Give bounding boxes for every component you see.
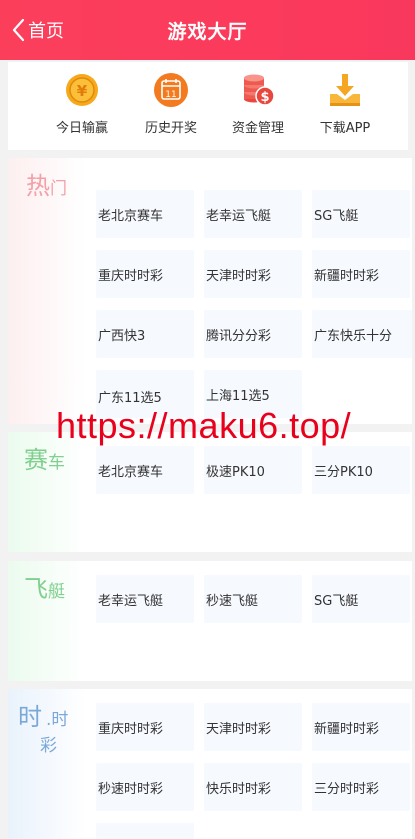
game-button[interactable]: 三分PK10: [312, 446, 410, 494]
game-button[interactable]: 秒速飞艇: [204, 575, 302, 623]
section-side-panel: 时 .时 彩: [8, 689, 86, 839]
quick-link-label: 下载APP: [319, 121, 371, 136]
section-title-big: 赛: [24, 446, 48, 474]
game-button[interactable]: 秒速时时彩: [96, 763, 194, 811]
quick-link-label: 资金管理: [231, 121, 284, 136]
svg-text:¥: ¥: [77, 82, 88, 100]
game-button[interactable]: 新疆时时彩: [312, 703, 410, 751]
game-button[interactable]: 老北京赛车: [96, 190, 194, 238]
ssc-games-section: 时 .时 彩 重庆时时彩 天津时时彩 新疆时时彩 秒速时时彩 快乐时时彩 三分时时…: [8, 689, 412, 839]
quick-link-history[interactable]: 11 历史开奖: [131, 72, 211, 136]
game-button[interactable]: 广西快3: [96, 310, 194, 358]
game-button[interactable]: 三分时时彩: [312, 763, 410, 811]
game-button[interactable]: 腾讯分分彩: [204, 310, 302, 358]
page-title: 游戏大厅: [167, 21, 248, 43]
section-side-panel: 热门: [8, 158, 86, 424]
section-title-small: 门: [50, 179, 67, 199]
money-stack-icon: $: [244, 74, 275, 106]
game-button[interactable]: 重庆时时彩: [96, 250, 194, 298]
quick-link-label: 历史开奖: [144, 121, 197, 136]
section-title-big: 飞: [24, 575, 48, 603]
section-title-small: 车: [48, 453, 65, 473]
quick-link-download-app[interactable]: 下载APP: [305, 72, 385, 136]
racing-games-section: 赛车 老北京赛车 极速PK10 三分PK10: [8, 432, 412, 552]
section-title-small: 时: [51, 710, 69, 730]
game-button[interactable]: SG飞艇: [312, 190, 410, 238]
section-side-panel: 赛车: [8, 432, 86, 552]
quick-link-label: 今日输赢: [55, 121, 108, 136]
section-title-big: 时: [18, 703, 42, 731]
game-button[interactable]: 极速PK10: [204, 446, 302, 494]
section-title-small: 艇: [48, 582, 65, 602]
section-title: 飞艇: [24, 569, 65, 604]
game-button[interactable]: SG飞艇: [312, 575, 410, 623]
game-button[interactable]: 天津时时彩: [204, 250, 302, 298]
game-button[interactable]: 新疆时时彩: [312, 250, 410, 298]
quick-link-funds[interactable]: $ 资金管理: [218, 72, 298, 136]
download-icon: [330, 74, 360, 106]
hot-games-section: 热门 老北京赛车 老幸运飞艇 SG飞艇 重庆时时彩 天津时时彩 新疆时时彩 广西…: [8, 158, 412, 424]
top-nav-bar: 首页 游戏大厅: [0, 0, 415, 60]
coin-icon: ¥: [66, 74, 98, 106]
section-title: 时 .时: [18, 697, 68, 732]
game-button[interactable]: 快乐时时彩: [204, 763, 302, 811]
boat-games-section: 飞艇 老幸运飞艇 秒速飞艇 SG飞艇: [8, 561, 412, 681]
section-title: 热门: [26, 166, 67, 201]
game-button[interactable]: 天津时时彩: [204, 703, 302, 751]
section-title-big: 热: [26, 172, 50, 200]
game-button[interactable]: 广东快乐十分: [312, 310, 412, 358]
section-side-panel: 飞艇: [8, 561, 86, 681]
quick-link-today-profit[interactable]: ¥ 今日输赢: [42, 72, 122, 136]
watermark-url: https://maku6.top/: [56, 405, 352, 446]
quick-links-bar: ¥ 今日输赢 11 历史开奖 $ 资金管理 下载APP: [8, 62, 408, 150]
game-button[interactable]: 重庆时时彩: [96, 703, 194, 751]
game-button[interactable]: 老幸运飞艇: [96, 575, 194, 623]
calendar-icon: 11: [154, 73, 188, 107]
section-title-sub: 彩: [40, 736, 57, 756]
svg-text:11: 11: [165, 90, 176, 100]
game-button[interactable]: 老北京赛车: [96, 446, 194, 494]
game-button-partial[interactable]: [96, 823, 194, 839]
svg-text:$: $: [260, 90, 269, 105]
game-button[interactable]: 老幸运飞艇: [204, 190, 302, 238]
